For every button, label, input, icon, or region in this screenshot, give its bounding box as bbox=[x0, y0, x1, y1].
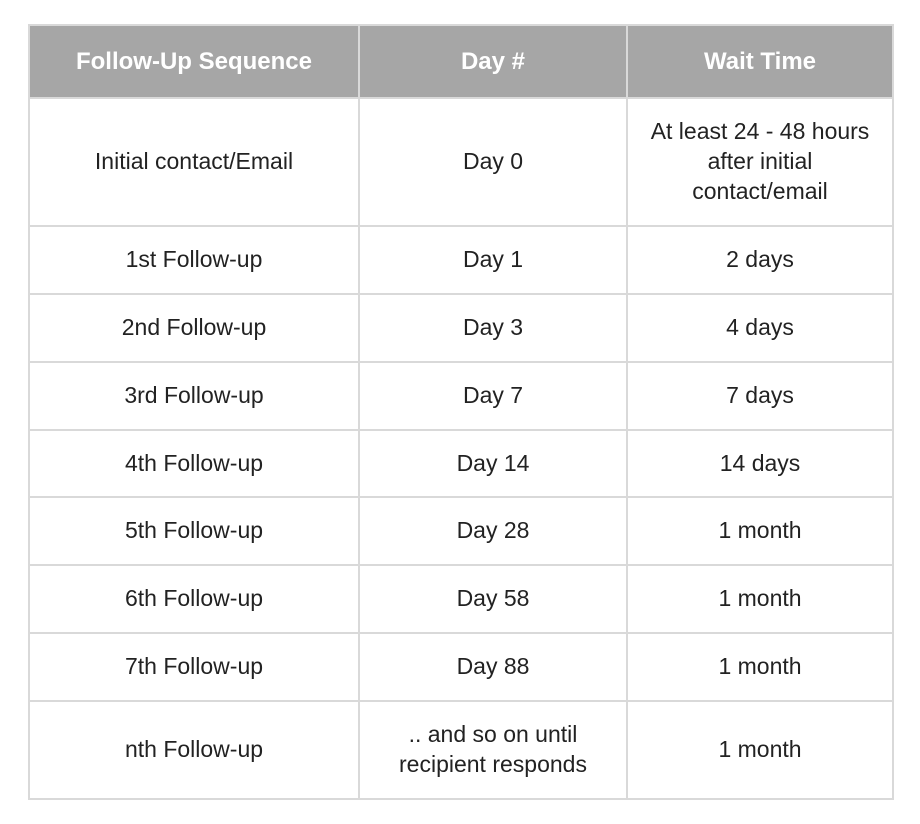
cell-wait: 2 days bbox=[627, 226, 893, 294]
cell-sequence: 2nd Follow-up bbox=[29, 294, 359, 362]
followup-table: Follow-Up Sequence Day # Wait Time Initi… bbox=[28, 24, 894, 800]
cell-day: Day 7 bbox=[359, 362, 627, 430]
cell-wait: 1 month bbox=[627, 497, 893, 565]
cell-sequence: 7th Follow-up bbox=[29, 633, 359, 701]
cell-wait: 7 days bbox=[627, 362, 893, 430]
cell-wait: 1 month bbox=[627, 701, 893, 799]
cell-sequence: 3rd Follow-up bbox=[29, 362, 359, 430]
header-day: Day # bbox=[359, 25, 627, 98]
cell-day: Day 1 bbox=[359, 226, 627, 294]
cell-sequence: 1st Follow-up bbox=[29, 226, 359, 294]
cell-sequence: 5th Follow-up bbox=[29, 497, 359, 565]
header-wait: Wait Time bbox=[627, 25, 893, 98]
cell-wait: 14 days bbox=[627, 430, 893, 498]
cell-day: .. and so on until recipient responds bbox=[359, 701, 627, 799]
cell-day: Day 3 bbox=[359, 294, 627, 362]
table-row: Initial contact/Email Day 0 At least 24 … bbox=[29, 98, 893, 226]
cell-day: Day 58 bbox=[359, 565, 627, 633]
cell-wait: At least 24 - 48 hours after initial con… bbox=[627, 98, 893, 226]
cell-wait: 4 days bbox=[627, 294, 893, 362]
cell-sequence: Initial contact/Email bbox=[29, 98, 359, 226]
table-row: 6th Follow-up Day 58 1 month bbox=[29, 565, 893, 633]
cell-sequence: nth Follow-up bbox=[29, 701, 359, 799]
cell-day: Day 0 bbox=[359, 98, 627, 226]
cell-sequence: 4th Follow-up bbox=[29, 430, 359, 498]
table-row: 4th Follow-up Day 14 14 days bbox=[29, 430, 893, 498]
table-header-row: Follow-Up Sequence Day # Wait Time bbox=[29, 25, 893, 98]
cell-wait: 1 month bbox=[627, 565, 893, 633]
cell-day: Day 28 bbox=[359, 497, 627, 565]
table-row: 1st Follow-up Day 1 2 days bbox=[29, 226, 893, 294]
cell-sequence: 6th Follow-up bbox=[29, 565, 359, 633]
cell-wait: 1 month bbox=[627, 633, 893, 701]
header-sequence: Follow-Up Sequence bbox=[29, 25, 359, 98]
table-row: 7th Follow-up Day 88 1 month bbox=[29, 633, 893, 701]
table-row: nth Follow-up .. and so on until recipie… bbox=[29, 701, 893, 799]
table-row: 3rd Follow-up Day 7 7 days bbox=[29, 362, 893, 430]
table-row: 2nd Follow-up Day 3 4 days bbox=[29, 294, 893, 362]
table-row: 5th Follow-up Day 28 1 month bbox=[29, 497, 893, 565]
cell-day: Day 14 bbox=[359, 430, 627, 498]
cell-day: Day 88 bbox=[359, 633, 627, 701]
